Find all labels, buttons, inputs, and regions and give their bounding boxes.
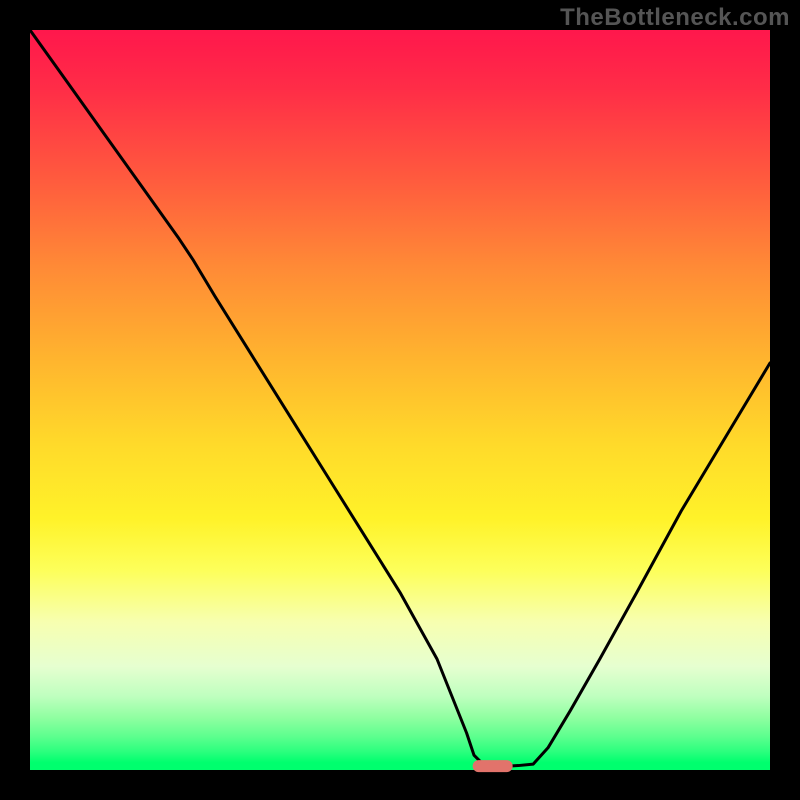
watermark-text: TheBottleneck.com [560,4,790,32]
optimal-point-marker [472,760,513,772]
plot-area [30,30,770,770]
bottleneck-curve [30,30,770,770]
chart-frame: TheBottleneck.com [0,0,800,800]
